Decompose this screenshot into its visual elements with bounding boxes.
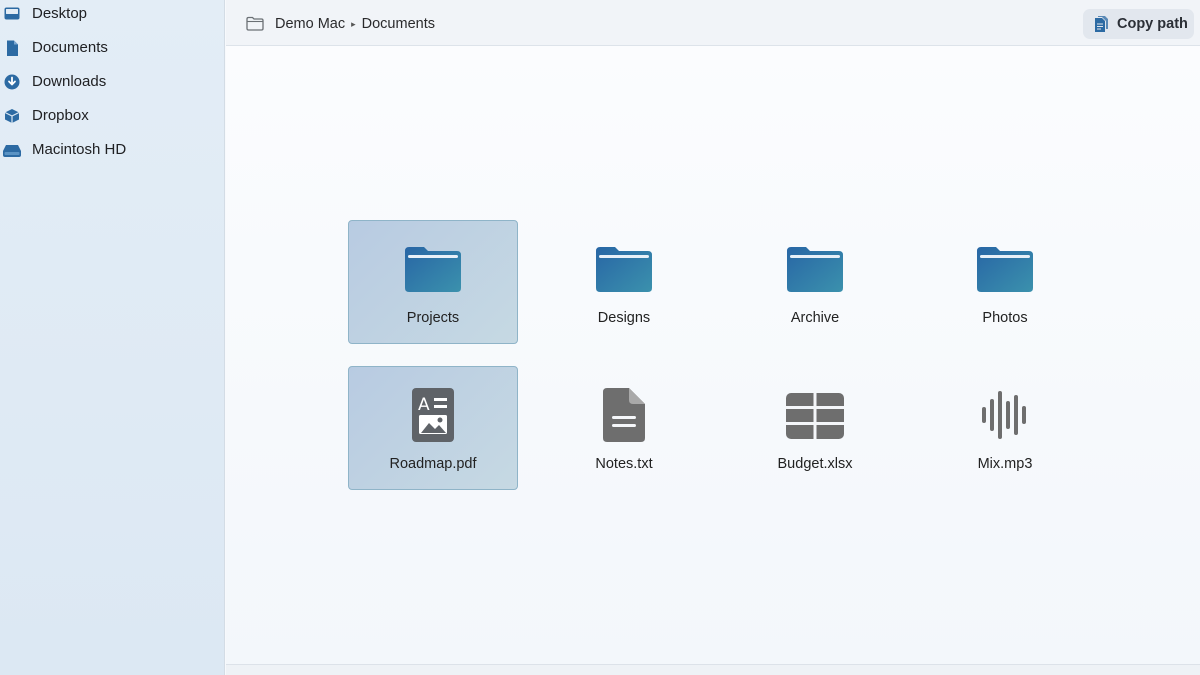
folder-icon	[246, 16, 264, 31]
breadcrumb-root[interactable]: Demo Mac	[275, 16, 345, 32]
breadcrumb-separator: ▸	[351, 19, 356, 29]
file-name: Designs	[597, 310, 651, 326]
file-name: Photos	[982, 310, 1028, 326]
sidebar-item-label: Downloads	[32, 73, 107, 90]
document-icon	[7, 40, 18, 56]
file-item-roadmap-pdf[interactable]: A Roadmap.pdf	[348, 366, 518, 490]
sidebar-item-documents[interactable]: Documents	[0, 34, 224, 62]
file-item-budget-xlsx[interactable]: Budget.xlsx	[730, 366, 900, 490]
download-icon	[4, 74, 20, 90]
desktop-icon	[4, 7, 20, 20]
file-name: Roadmap.pdf	[389, 456, 477, 472]
file-name: Mix.mp3	[977, 456, 1033, 472]
file-item-designs[interactable]: Designs	[539, 220, 709, 344]
file-name: Notes.txt	[595, 456, 653, 472]
file-name: Archive	[790, 310, 840, 326]
folder-icon	[977, 247, 1033, 292]
file-item-mix-mp3[interactable]: Mix.mp3	[920, 366, 1090, 490]
folder-icon	[596, 247, 652, 292]
sidebar-item-label: Dropbox	[32, 107, 89, 124]
dropbox-icon	[4, 109, 20, 123]
finder-window: Desktop Documents Downloads Dropbox Maci…	[0, 0, 1200, 675]
text-document-icon	[603, 388, 645, 442]
hard-drive-icon	[3, 145, 21, 157]
copy-icon	[1095, 16, 1108, 32]
pdf-document-icon: A	[412, 388, 454, 442]
copy-path-button[interactable]: Copy path	[1083, 9, 1194, 39]
file-name: Projects	[406, 310, 460, 326]
file-item-archive[interactable]: Archive	[730, 220, 900, 344]
file-item-projects[interactable]: Projects	[348, 220, 518, 344]
sidebar-item-label: Desktop	[32, 5, 88, 22]
file-item-notes-txt[interactable]: Notes.txt	[539, 366, 709, 490]
breadcrumb-current[interactable]: Documents	[362, 16, 435, 32]
sidebar-item-label: Macintosh HD	[32, 141, 127, 158]
sidebar-item-downloads[interactable]: Downloads	[0, 68, 224, 96]
sidebar-item-label: Documents	[32, 39, 108, 56]
file-item-photos[interactable]: Photos	[920, 220, 1090, 344]
sidebar-item-macintosh-hd[interactable]: Macintosh HD	[0, 136, 224, 164]
file-name: Budget.xlsx	[777, 456, 853, 472]
copy-path-label: Copy path	[1117, 16, 1188, 32]
spreadsheet-icon	[786, 393, 844, 439]
breadcrumb: Demo Mac ▸ Documents	[275, 0, 435, 46]
toolbar: Demo Mac ▸ Documents Copy path	[226, 0, 1200, 46]
status-bar	[226, 664, 1200, 675]
folder-icon	[787, 247, 843, 292]
file-grid: Projects Designs Archive Photos A Roadma…	[226, 46, 1200, 664]
folder-icon	[405, 247, 461, 292]
sidebar: Desktop Documents Downloads Dropbox Maci…	[0, 0, 225, 675]
svg-text:A: A	[418, 395, 430, 415]
sidebar-item-dropbox[interactable]: Dropbox	[0, 102, 224, 130]
sidebar-item-desktop[interactable]: Desktop	[0, 0, 224, 28]
audio-waveform-icon	[982, 391, 1026, 439]
